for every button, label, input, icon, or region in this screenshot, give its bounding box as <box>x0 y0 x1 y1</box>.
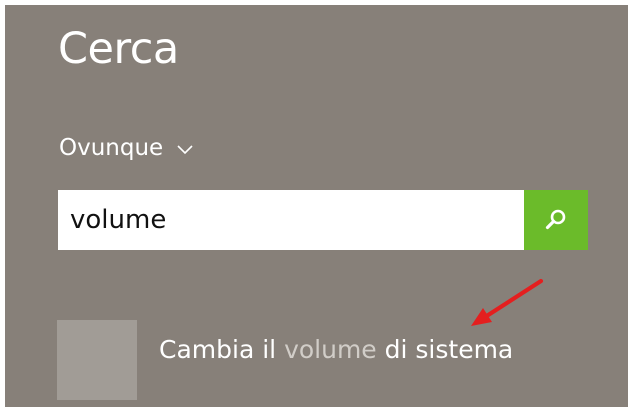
search-icon <box>545 209 566 230</box>
scope-dropdown[interactable]: Ovunque <box>59 131 193 165</box>
result-label-suffix: di sistema <box>376 335 514 364</box>
scope-label: Ovunque <box>59 135 164 161</box>
search-button[interactable] <box>524 190 588 250</box>
result-label: Cambia il volume di sistema <box>159 330 513 370</box>
result-app-tile <box>57 320 137 400</box>
search-box <box>58 190 588 250</box>
red-arrow-annotation-icon <box>471 278 544 326</box>
page-title: Cerca <box>58 24 179 74</box>
result-label-match: volume <box>284 335 377 364</box>
search-pane: Cerca Ovunque Cambia il volume di sistem… <box>5 5 628 407</box>
chevron-down-icon <box>177 145 193 155</box>
search-input[interactable] <box>58 190 524 250</box>
result-label-prefix: Cambia il <box>159 335 285 364</box>
